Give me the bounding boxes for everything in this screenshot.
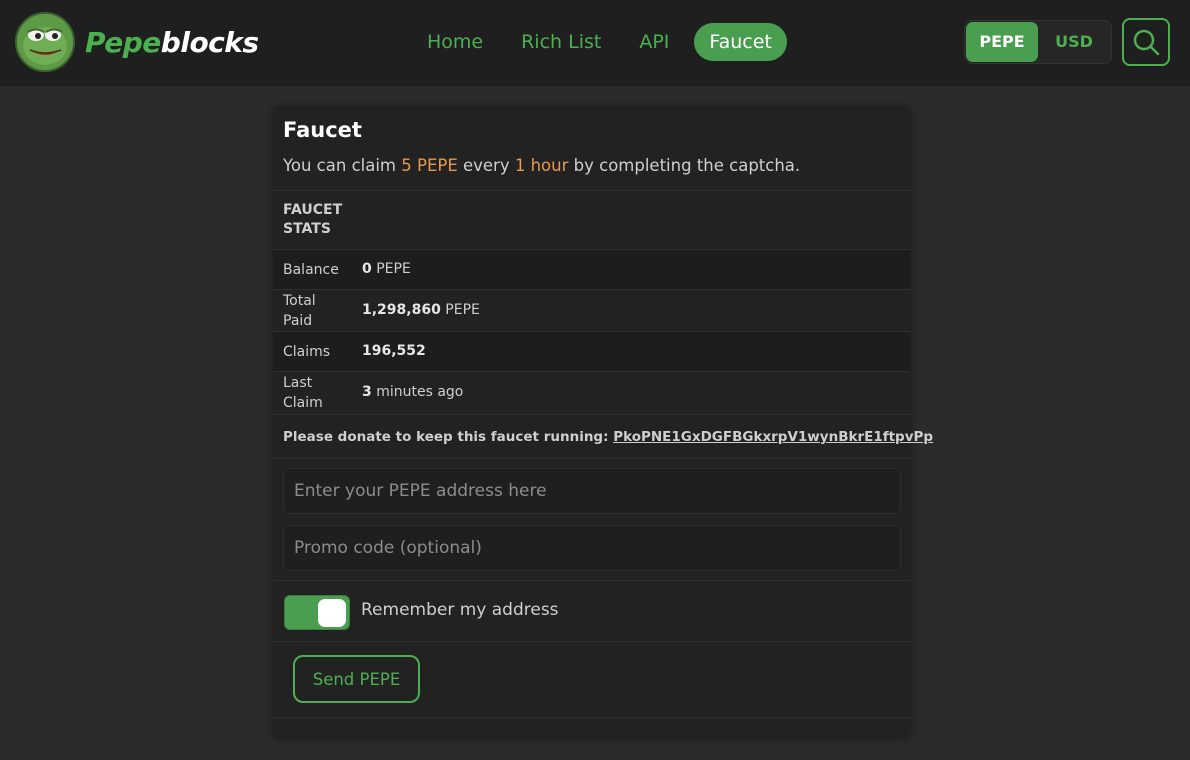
stats-header-row: FAUCET STATS: [273, 190, 910, 249]
remember-address-toggle[interactable]: [284, 595, 350, 630]
claims-value: 196,552: [362, 343, 426, 359]
total-paid-label: Total Paid: [283, 291, 316, 331]
brand-name-part2: blocks: [160, 25, 259, 59]
toggle-knob: [318, 599, 346, 627]
balance-unit: PEPE: [371, 261, 411, 277]
brand-name: Pepeblocks: [85, 26, 259, 59]
currency-usd-button[interactable]: USD: [1038, 22, 1110, 62]
pepe-address-input[interactable]: [283, 468, 901, 514]
nav-api[interactable]: API: [620, 23, 688, 61]
send-row: Send PEPE: [273, 641, 910, 717]
nav-rich-list[interactable]: Rich List: [502, 23, 620, 61]
site-header: Pepeblocks Home Rich List API Faucet PEP…: [0, 0, 1190, 86]
faucet-description-prefix: You can claim: [283, 156, 402, 175]
pepe-frog-logo-icon: [15, 12, 75, 72]
card-footer: [273, 717, 910, 736]
promo-code-input[interactable]: [283, 525, 901, 571]
last-claim-label-line2: Claim: [283, 395, 323, 411]
search-button[interactable]: [1122, 18, 1170, 66]
nav-home[interactable]: Home: [408, 23, 502, 61]
stats-heading: FAUCET STATS: [283, 201, 342, 239]
main-nav: Home Rich List API Faucet: [408, 23, 787, 61]
stats-row-claims: Claims 196,552: [273, 331, 910, 371]
last-claim-label: Last Claim: [283, 373, 323, 413]
balance-label: Balance: [283, 262, 339, 278]
balance-number: 0: [362, 261, 372, 277]
faucet-description-suffix: by completing the captcha.: [568, 156, 801, 175]
donate-row: Please donate to keep this faucet runnin…: [273, 414, 933, 458]
faucet-title: Faucet: [283, 118, 362, 142]
donate-text: Please donate to keep this faucet runnin…: [283, 429, 933, 445]
stats-heading-line2: STATS: [283, 221, 331, 237]
faucet-card: Faucet You can claim 5 PEPE every 1 hour…: [273, 106, 933, 736]
donate-address-link[interactable]: PkoPNE1GxDGFBGkxrpV1wynBkrE1ftpvPp: [613, 429, 933, 445]
send-pepe-button[interactable]: Send PEPE: [293, 655, 420, 703]
form-fields-row: [273, 458, 910, 580]
stats-row-balance: Balance 0 PEPE: [273, 249, 910, 289]
last-claim-value: 3 minutes ago: [362, 384, 463, 400]
total-paid-number: 1,298,860: [362, 302, 441, 318]
search-icon: [1133, 29, 1160, 56]
remember-row: Remember my address: [273, 580, 910, 641]
faucet-description: You can claim 5 PEPE every 1 hour by com…: [283, 156, 800, 175]
nav-faucet[interactable]: Faucet: [694, 23, 787, 61]
total-paid-label-line1: Total: [283, 293, 316, 309]
stats-row-total-paid: Total Paid 1,298,860 PEPE: [273, 289, 910, 331]
currency-toggle: PEPE USD: [964, 20, 1112, 64]
last-claim-number: 3: [362, 384, 372, 400]
claim-amount: 5 PEPE: [401, 156, 458, 175]
balance-value: 0 PEPE: [362, 261, 411, 277]
currency-pepe-button[interactable]: PEPE: [966, 22, 1038, 62]
total-paid-unit: PEPE: [440, 302, 480, 318]
total-paid-label-line2: Paid: [283, 313, 313, 329]
claim-interval: 1 hour: [514, 156, 569, 175]
faucet-description-mid: every: [457, 156, 515, 175]
donate-label: Please donate to keep this faucet runnin…: [283, 429, 614, 445]
brand-logo[interactable]: Pepeblocks: [15, 12, 259, 72]
stats-heading-line1: FAUCET: [283, 202, 343, 218]
claims-label: Claims: [283, 344, 331, 360]
brand-name-part1: Pepe: [85, 25, 161, 59]
total-paid-value: 1,298,860 PEPE: [362, 302, 480, 318]
last-claim-label-line1: Last: [283, 375, 313, 391]
claims-number: 196,552: [362, 343, 426, 359]
last-claim-unit: minutes ago: [371, 384, 464, 400]
remember-address-label: Remember my address: [361, 600, 559, 620]
stats-row-last-claim: Last Claim 3 minutes ago: [273, 371, 910, 414]
